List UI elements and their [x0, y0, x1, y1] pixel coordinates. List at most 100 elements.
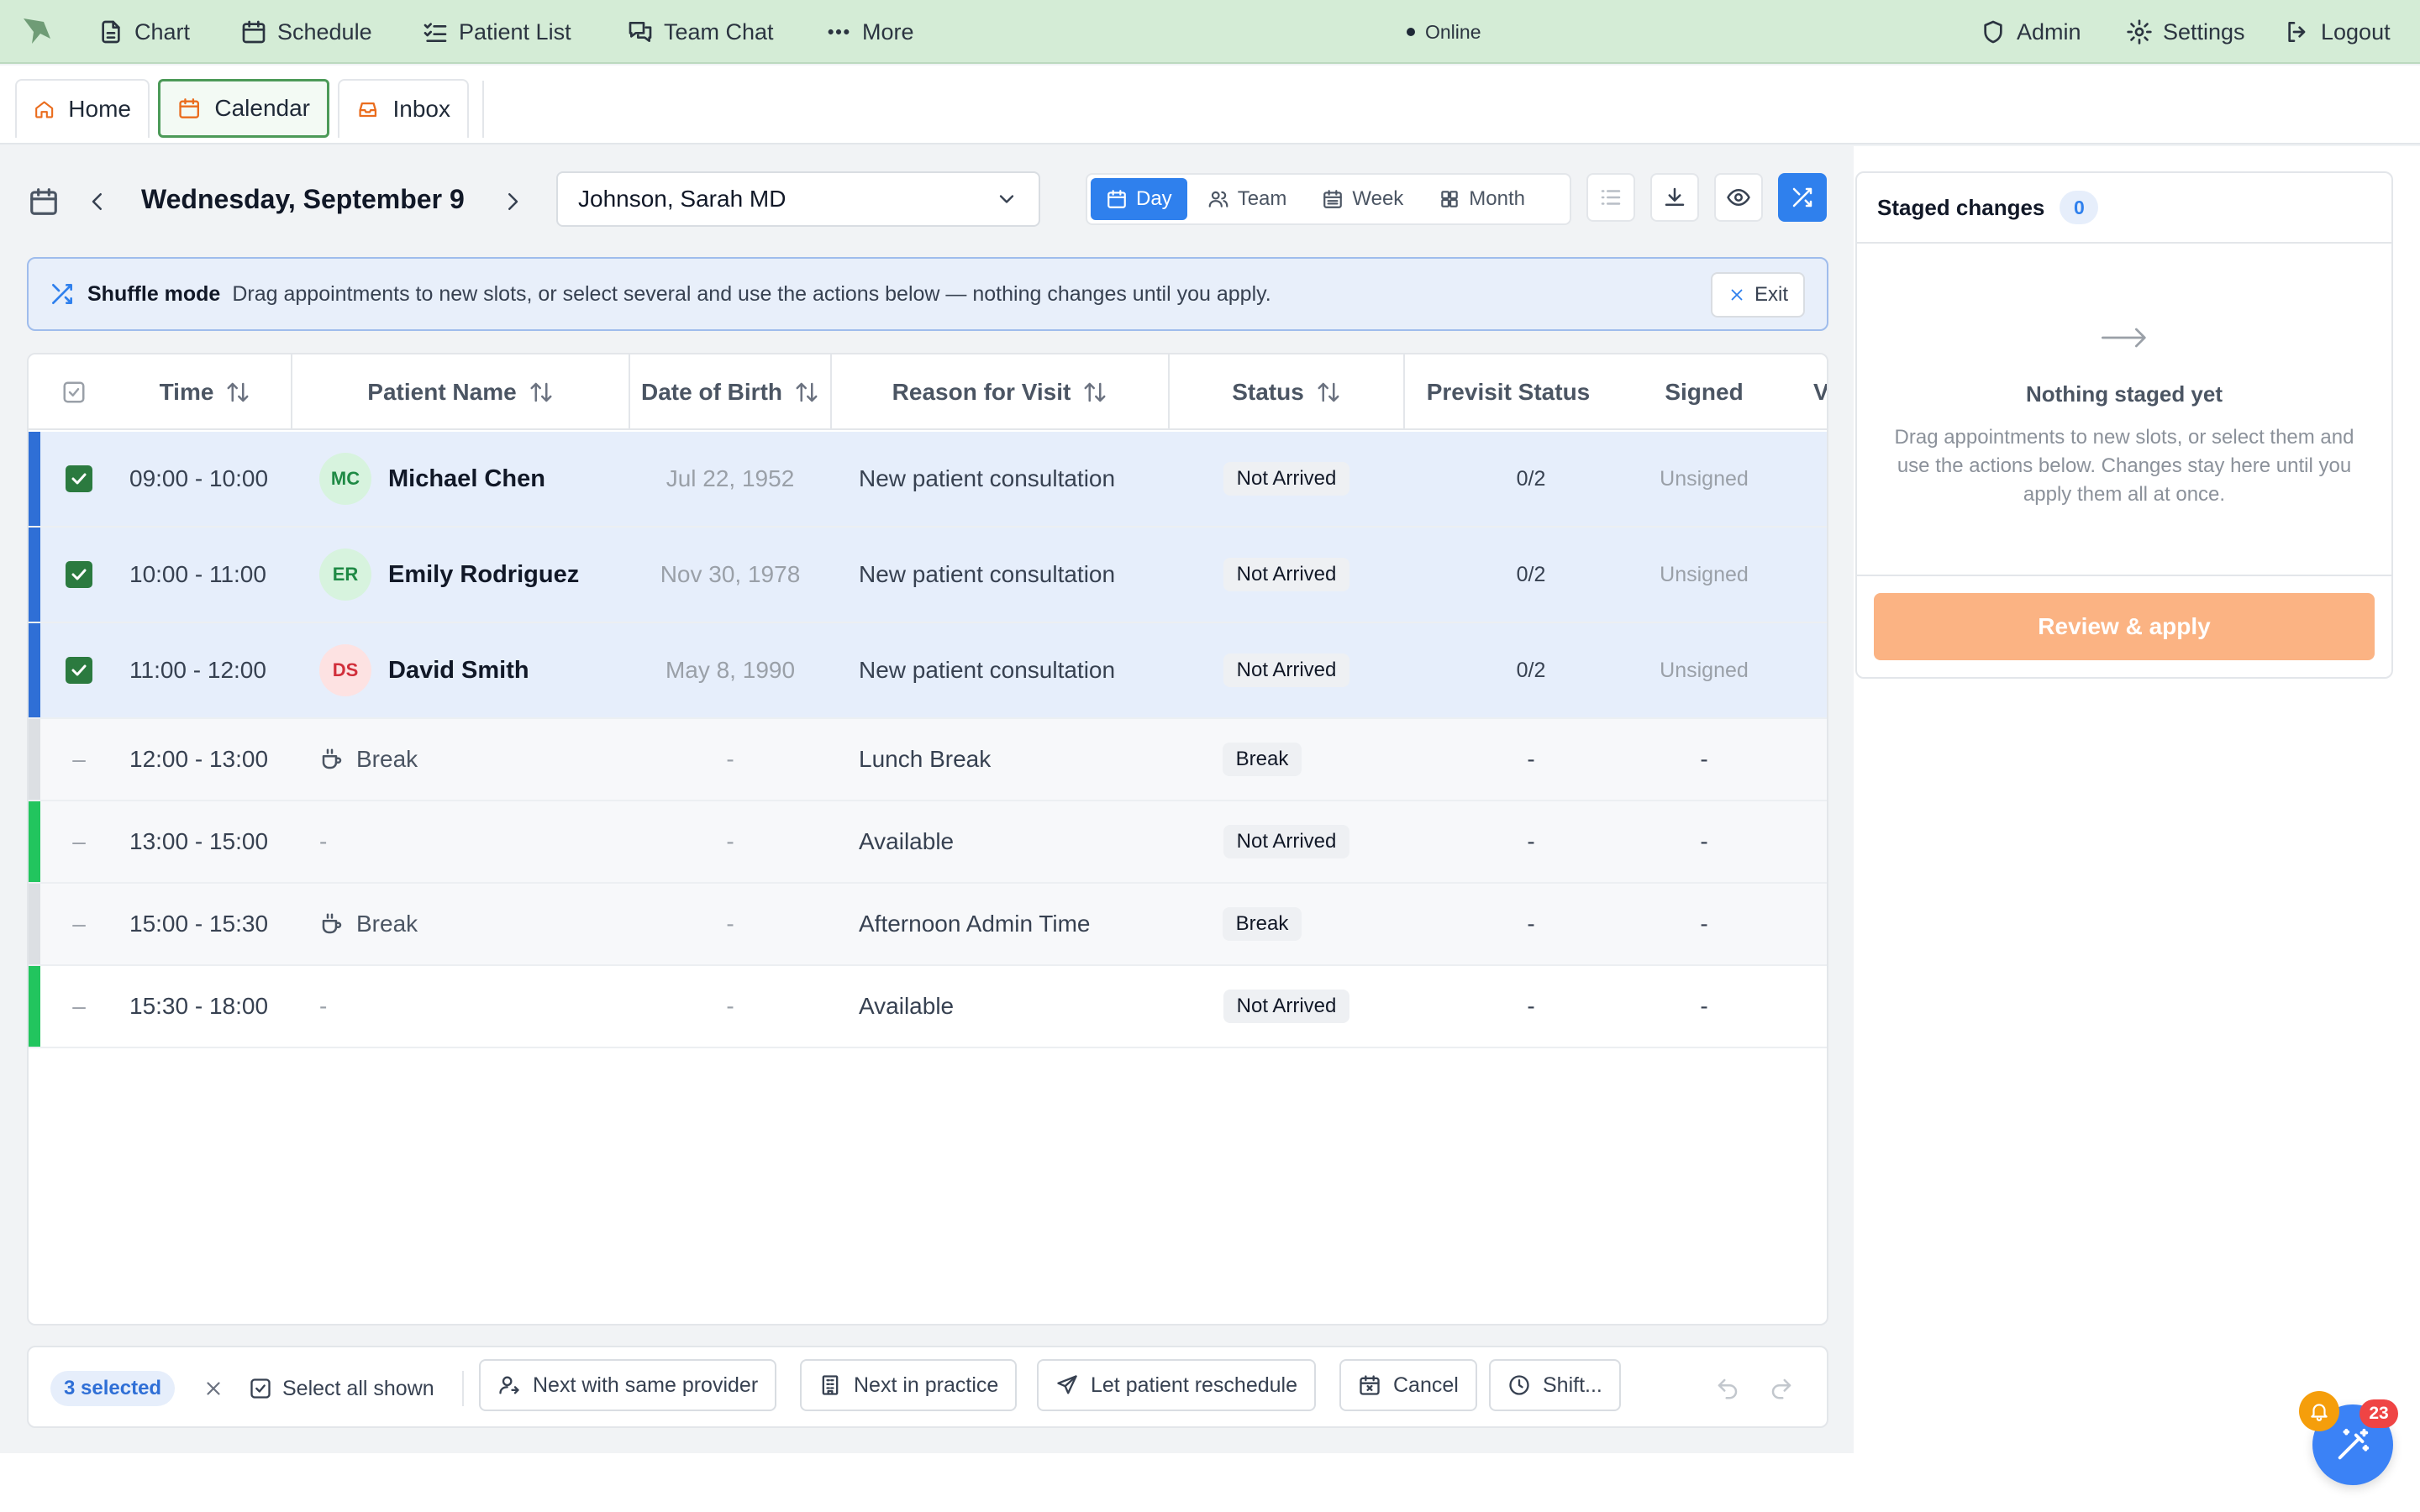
table-row[interactable]: – 12:00 - 13:00 Break - Lunch Break Brea… [29, 719, 1827, 801]
nav-schedule[interactable]: Schedule [240, 0, 372, 64]
next-with-same-provider-label: Next with same provider [533, 1373, 759, 1397]
review-and-apply-button[interactable]: Review & apply [1874, 593, 2375, 660]
clock-icon [1509, 1375, 1529, 1395]
nav-settings[interactable]: Settings [2126, 0, 2245, 64]
status-badge: Not Arrived [1223, 654, 1350, 687]
view-month-button[interactable]: Month [1423, 178, 1540, 220]
chevron-left-icon [92, 193, 102, 210]
header-overflow-label: V [1813, 379, 1828, 405]
table-row[interactable]: 09:00 - 10:00 MC Michael Chen Jul 22, 19… [29, 432, 1827, 528]
row-time: 10:00 - 11:00 [129, 561, 266, 587]
sort-icon [1318, 382, 1339, 402]
undo-button[interactable] [1711, 1371, 1744, 1406]
header-status[interactable]: Status [1170, 354, 1403, 430]
next-day-button[interactable] [496, 183, 529, 220]
shuffle-icon [52, 284, 72, 304]
previous-day-button[interactable] [81, 183, 114, 220]
view-week-button[interactable]: Week [1307, 178, 1418, 220]
row-signed: - [1700, 828, 1708, 854]
let-patient-reschedule-button[interactable]: Let patient reschedule [1037, 1359, 1317, 1411]
tab-home[interactable]: Home [15, 79, 150, 138]
list-view-button[interactable] [1586, 173, 1635, 222]
table-row[interactable]: – 15:00 - 15:30 Break - Afternoon Admin … [29, 884, 1827, 966]
nav-logout[interactable]: Logout [2284, 0, 2391, 64]
sort-icon [1084, 382, 1106, 402]
shuffle-icon [1792, 187, 1812, 207]
send-icon [1057, 1375, 1077, 1394]
nav-chart[interactable]: Chart [97, 0, 190, 64]
view-day-button[interactable]: Day [1091, 178, 1187, 220]
checkbox-checked-icon [66, 561, 92, 588]
select-all-checkbox[interactable] [49, 354, 99, 430]
checkbox-checked-icon [66, 465, 92, 492]
staged-changes-header: Staged changes 0 [1857, 173, 2391, 244]
download-button[interactable] [1650, 173, 1699, 222]
tab-inbox[interactable]: Inbox [338, 79, 469, 138]
nav-team-chat[interactable]: Team Chat [627, 0, 774, 64]
download-icon [1665, 187, 1685, 206]
shift-button[interactable]: Shift... [1489, 1359, 1621, 1411]
header-signed[interactable]: Signed [1612, 354, 1797, 430]
redo-button[interactable] [1765, 1371, 1798, 1406]
break-label: Break [356, 911, 418, 937]
row-checkbox[interactable] [59, 623, 99, 717]
row-patient[interactable]: DS David Smith [319, 623, 529, 717]
row-status-bar [29, 801, 40, 882]
header-reason[interactable]: Reason for Visit [832, 354, 1168, 430]
undo-icon [1718, 1378, 1738, 1399]
row-reason: New patient consultation [859, 465, 1116, 491]
header-dob[interactable]: Date of Birth [630, 354, 830, 430]
header-time[interactable]: Time [121, 354, 289, 430]
table-row[interactable]: 10:00 - 11:00 ER Emily Rodriguez Nov 30,… [29, 528, 1827, 623]
table-row[interactable]: – 13:00 - 15:00 - - Available Not Arrive… [29, 801, 1827, 884]
tab-calendar[interactable]: Calendar [158, 79, 329, 138]
clear-selection-button[interactable] [197, 1371, 230, 1406]
header-patient-name[interactable]: Patient Name [292, 354, 629, 430]
status-badge: Not Arrived [1223, 990, 1350, 1023]
date-picker-button[interactable] [25, 183, 62, 220]
row-status-bar [29, 432, 40, 526]
empty-state-text: Drag appointments to new slots, or selec… [1894, 426, 2354, 506]
avatar: DS [319, 644, 371, 696]
nav-more[interactable]: More [825, 0, 914, 64]
header-status-label: Status [1232, 379, 1304, 405]
exit-shuffle-button[interactable]: Exit [1710, 272, 1805, 318]
app-logo-icon[interactable] [18, 13, 55, 50]
provider-select[interactable]: Johnson, Sarah MD [556, 171, 1040, 227]
checkbox-icon [250, 1378, 271, 1399]
row-checkbox[interactable] [59, 528, 99, 622]
view-team-button[interactable]: Team [1192, 178, 1302, 220]
row-patient[interactable]: ER Emily Rodriguez [319, 528, 579, 622]
connection-status-label: Online [1425, 20, 1481, 43]
row-patient[interactable]: MC Michael Chen [319, 432, 545, 526]
list-check-icon [424, 23, 447, 42]
view-day-label: Day [1136, 187, 1172, 210]
select-all-shown-button[interactable]: Select all shown [249, 1362, 434, 1415]
nav-admin-label: Admin [2017, 18, 2081, 45]
row-status: Not Arrived [1170, 801, 1403, 882]
exit-shuffle-label: Exit [1754, 283, 1788, 306]
shield-icon [1984, 20, 2002, 44]
nav-admin[interactable]: Admin [1980, 0, 2081, 64]
notification-bell-button[interactable] [2299, 1391, 2339, 1431]
table-row[interactable]: – 15:30 - 18:00 - - Available Not Arrive… [29, 966, 1827, 1048]
next-with-same-provider-button[interactable]: Next with same provider [479, 1359, 777, 1411]
row-checkbox[interactable] [59, 432, 99, 526]
table-row[interactable]: 11:00 - 12:00 DS David Smith May 8, 1990… [29, 623, 1827, 719]
empty-state-title: Nothing staged yet [2025, 381, 2223, 407]
close-icon [1731, 289, 1743, 301]
shuffle-mode-button[interactable] [1778, 173, 1827, 222]
banner-text: Drag appointments to new slots, or selec… [232, 281, 1271, 306]
nav-patient-list[interactable]: Patient List [422, 0, 571, 64]
staged-changes-panel: Staged changes 0 Nothing staged yet Drag… [1855, 171, 2393, 679]
visibility-button[interactable] [1714, 173, 1763, 222]
view-switcher: Day Team Week Month [1086, 173, 1571, 225]
inbox-icon [359, 102, 377, 118]
row-reason: New patient consultation [859, 561, 1116, 587]
header-previsit[interactable]: Previsit Status [1405, 354, 1612, 430]
next-in-practice-button[interactable]: Next in practice [800, 1359, 1018, 1411]
cancel-appointments-button[interactable]: Cancel [1339, 1359, 1477, 1411]
tab-bar: Home Calendar Inbox [0, 66, 2420, 144]
row-dob: May 8, 1990 [665, 657, 796, 683]
dots-icon [828, 29, 850, 35]
